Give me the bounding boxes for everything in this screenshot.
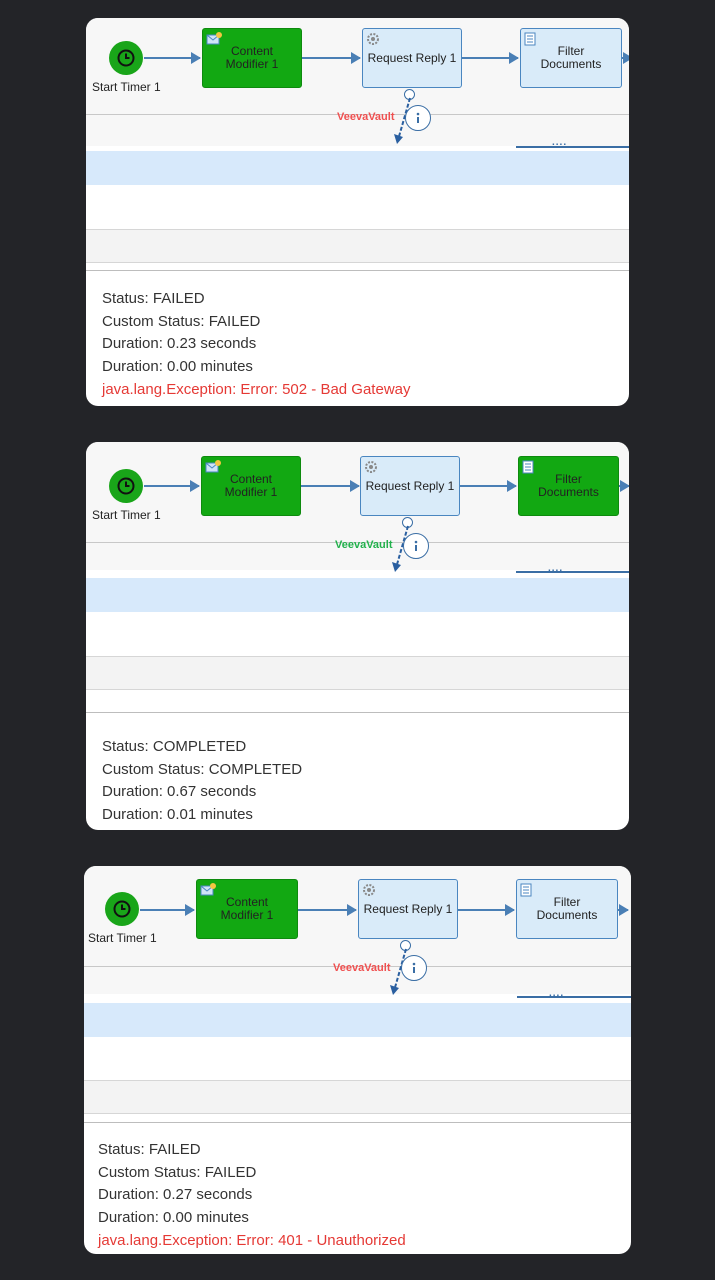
row-separator [86, 229, 629, 263]
flow-connector [458, 904, 515, 916]
status-text: Status: FAILED [98, 1141, 201, 1158]
integration-flow-diagram: Start Timer 1 Content Modifier 1 Request… [84, 866, 631, 999]
info-icon[interactable] [401, 955, 427, 981]
flow-connector [302, 52, 361, 64]
duration-seconds: Duration: 0.23 seconds [102, 335, 257, 353]
flow-connector [619, 480, 629, 492]
start-timer-icon[interactable] [105, 892, 139, 926]
receiver-label: VeevaVault [333, 962, 391, 974]
flow-connector [618, 904, 629, 916]
start-timer-label: Start Timer 1 [88, 931, 157, 945]
custom-status-text: Custom Status: COMPLETED [102, 760, 303, 778]
filter-documents-step[interactable]: Filter Documents [516, 879, 618, 939]
receiver-label: VeevaVault [335, 539, 393, 551]
flow-connector [301, 480, 360, 492]
scroll-indicator [516, 146, 629, 148]
more-dots: .... [549, 988, 565, 999]
start-timer-icon[interactable] [109, 469, 143, 503]
envelope-icon [200, 883, 216, 900]
duration-minutes: Duration: 0.00 minutes [102, 358, 253, 376]
run-details: Status: FAILED Custom Status: FAILED Dur… [102, 288, 411, 402]
content-modifier-step[interactable]: Content Modifier 1 [202, 28, 302, 88]
document-icon [524, 32, 536, 49]
request-reply-step[interactable]: Request Reply 1 [358, 879, 458, 939]
divider [86, 270, 629, 272]
more-dots: .... [552, 137, 568, 148]
integration-flow-diagram: Start Timer 1 Content Modifier 1 Request… [86, 18, 629, 148]
error-message: java.lang.Exception: Error: 502 - Bad Ga… [102, 380, 411, 398]
scroll-indicator [517, 996, 631, 998]
duration-minutes: Duration: 0.01 minutes [102, 806, 253, 824]
more-dots: .... [548, 563, 564, 574]
content-modifier-step[interactable]: Content Modifier 1 [196, 879, 298, 939]
request-reply-label: Request Reply 1 [365, 478, 455, 493]
gear-icon [366, 32, 380, 49]
integration-flow-diagram: Start Timer 1 Content Modifier 1 Request… [86, 442, 629, 574]
flow-connector [622, 52, 629, 64]
request-reply-step[interactable]: Request Reply 1 [360, 456, 460, 516]
duration-seconds: Duration: 0.27 seconds [98, 1186, 253, 1204]
flow-connector [144, 480, 200, 492]
custom-status-text: Custom Status: FAILED [102, 312, 261, 330]
filter-documents-step[interactable]: Filter Documents [518, 456, 619, 516]
duration-minutes: Duration: 0.00 minutes [98, 1209, 249, 1227]
filter-documents-label: Filter Documents [540, 44, 602, 71]
row-separator [86, 656, 629, 690]
run-card-1: Start Timer 1 Content Modifier 1 Request… [86, 18, 629, 406]
flow-connector [140, 904, 195, 916]
custom-status-text: Custom Status: FAILED [98, 1163, 257, 1181]
gear-icon [364, 460, 378, 477]
start-timer-label: Start Timer 1 [92, 508, 161, 522]
envelope-icon [206, 32, 222, 49]
receiver-label: VeevaVault [337, 111, 395, 123]
document-icon [520, 883, 532, 900]
content-modifier-step[interactable]: Content Modifier 1 [201, 456, 301, 516]
content-modifier-label: Content Modifier 1 [220, 895, 274, 922]
filter-documents-label: Filter Documents [536, 895, 598, 922]
status-text: Status: COMPLETED [102, 738, 247, 755]
divider [86, 712, 629, 714]
run-card-2: Start Timer 1 Content Modifier 1 Request… [86, 442, 629, 830]
envelope-icon [205, 460, 221, 477]
flow-connector [462, 52, 519, 64]
error-message: java.lang.Exception: Error: 401 - Unauth… [98, 1231, 406, 1249]
request-reply-label: Request Reply 1 [367, 50, 457, 65]
status-text: Status: FAILED [102, 290, 205, 307]
info-icon[interactable] [403, 533, 429, 559]
flow-connector [460, 480, 517, 492]
selected-row[interactable] [86, 578, 629, 612]
duration-seconds: Duration: 0.67 seconds [102, 783, 257, 801]
start-timer-icon[interactable] [109, 41, 143, 75]
request-reply-label: Request Reply 1 [363, 901, 453, 916]
run-card-3: Start Timer 1 Content Modifier 1 Request… [84, 866, 631, 1254]
info-icon[interactable] [405, 105, 431, 131]
selected-row[interactable] [84, 1003, 631, 1037]
run-details: Status: FAILED Custom Status: FAILED Dur… [98, 1139, 406, 1253]
run-details: Status: COMPLETED Custom Status: COMPLET… [102, 736, 302, 827]
gear-icon [362, 883, 376, 900]
divider [84, 1122, 631, 1124]
document-icon [522, 460, 534, 477]
request-reply-step[interactable]: Request Reply 1 [362, 28, 462, 88]
flow-connector [144, 52, 201, 64]
row-separator [84, 1080, 631, 1114]
filter-documents-label: Filter Documents [538, 472, 599, 499]
selected-row[interactable] [86, 151, 629, 185]
start-timer-label: Start Timer 1 [92, 80, 161, 94]
filter-documents-step[interactable]: Filter Documents [520, 28, 622, 88]
scroll-indicator [516, 571, 629, 573]
flow-connector [298, 904, 357, 916]
